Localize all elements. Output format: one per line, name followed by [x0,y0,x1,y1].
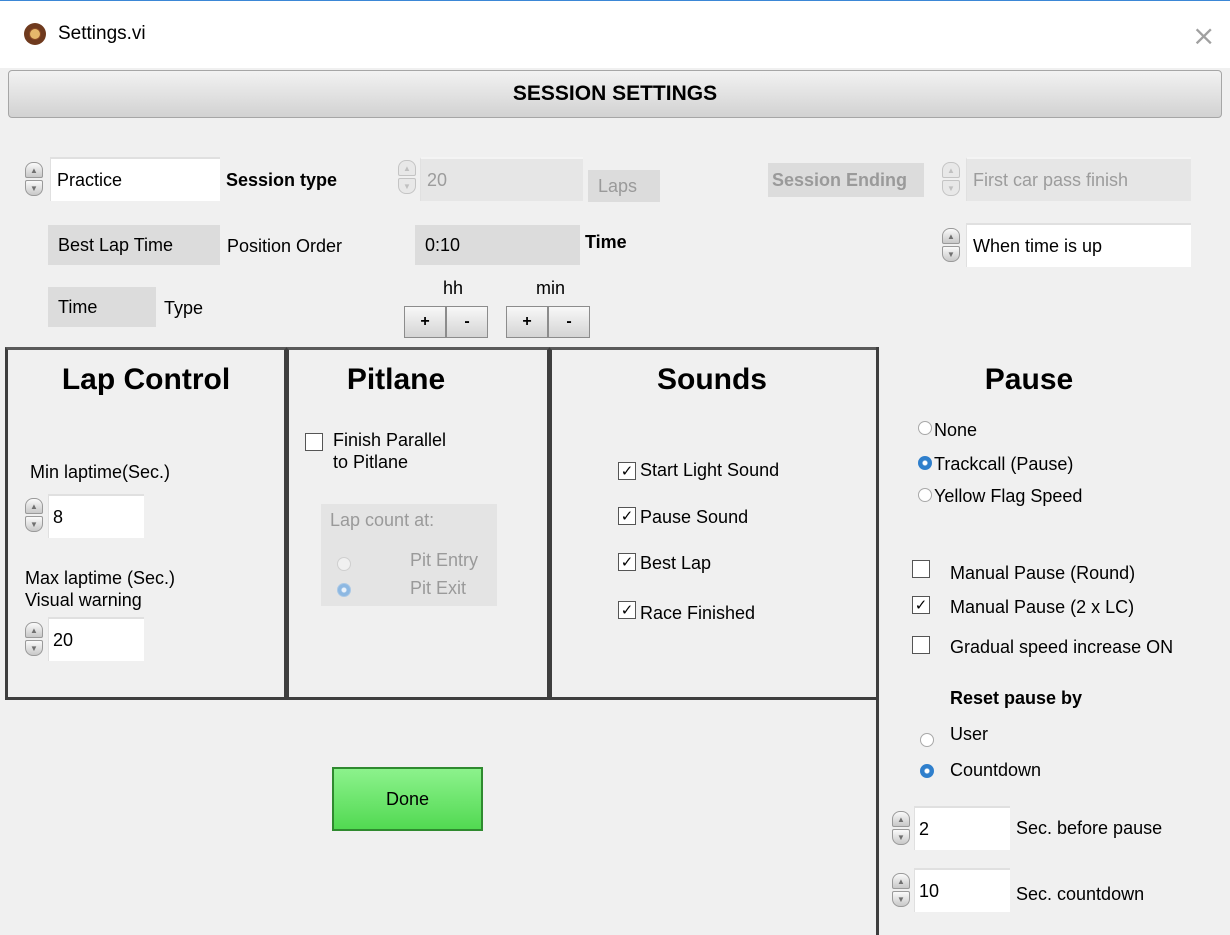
session-ending-label: Session Ending [768,163,924,197]
gradual-speed-label: Gradual speed increase ON [950,637,1174,657]
spin-up-icon[interactable]: ▲ [892,811,910,827]
start-light-sound-label: Start Light Sound [640,460,780,480]
pause-section-divider [876,347,879,935]
pause-yellow-flag-radio[interactable] [918,488,932,502]
type-label: Type [164,298,204,318]
pit-entry-radio[interactable] [337,557,351,571]
reset-user-radio[interactable] [920,733,934,747]
spin-up-icon[interactable]: ▲ [25,162,43,178]
max-laptime-field[interactable]: 20 [48,617,144,661]
session-type-label: Session type [226,170,338,190]
min-label: min [536,278,566,298]
session-type-spinner[interactable]: ▲ ▼ [25,162,45,196]
lap-control-heading: Lap Control [61,363,231,396]
max-laptime-spinner[interactable]: ▲ ▼ [25,622,45,656]
pause-heading: Pause [984,363,1074,396]
pit-exit-radio[interactable] [337,583,351,597]
hh-plus-button[interactable]: + [404,306,446,338]
manual-pause-round-label: Manual Pause (Round) [950,563,1136,583]
pitlane-heading: Pitlane [346,363,446,396]
position-order-label: Position Order [227,236,343,256]
sec-countdown-field[interactable]: 10 [914,868,1010,912]
min-laptime-label: Min laptime(Sec.) [30,462,171,482]
position-order-indicator: Best Lap Time [48,225,220,265]
spin-down-icon[interactable]: ▼ [398,178,416,194]
race-finished-checkbox[interactable]: ✓ [618,601,636,619]
type-indicator: Time [48,287,156,327]
pause-none-label: None [934,420,978,440]
sec-countdown-label: Sec. countdown [1016,884,1145,904]
manual-pause-lc-checkbox[interactable]: ✓ [912,596,930,614]
spin-up-icon[interactable]: ▲ [25,498,43,514]
done-button[interactable]: Done [332,767,483,831]
max-laptime-label: Max laptime (Sec.) [25,568,176,588]
manual-pause-lc-label: Manual Pause (2 x LC) [950,597,1135,617]
reset-countdown-radio[interactable] [920,764,934,778]
pause-trackcall-label: Trackcall (Pause) [934,454,1074,474]
spin-down-icon[interactable]: ▼ [25,516,43,532]
sec-before-pause-spinner[interactable]: ▲ ▼ [892,811,912,845]
session-type-field[interactable]: Practice [50,157,220,201]
window-title: Settings.vi [58,23,146,44]
spin-down-icon[interactable]: ▼ [25,180,43,196]
best-lap-checkbox[interactable]: ✓ [618,553,636,571]
spin-down-icon[interactable]: ▼ [892,829,910,845]
hh-minus-button[interactable]: - [446,306,488,338]
lap-count-label: Lap count at: [330,510,435,530]
close-icon[interactable]: × [1192,19,1215,52]
finish-parallel-checkbox[interactable] [305,433,323,451]
pause-sound-label: Pause Sound [640,507,749,527]
session-ending-spinner[interactable]: ▲ ▼ [942,162,962,196]
time-up-spinner[interactable]: ▲ ▼ [942,228,962,262]
pit-exit-label: Pit Exit [410,578,467,598]
min-laptime-spinner[interactable]: ▲ ▼ [25,498,45,532]
min-plus-button[interactable]: + [506,306,548,338]
spin-down-icon[interactable]: ▼ [942,246,960,262]
laps-spinner[interactable]: ▲ ▼ [398,160,418,194]
session-settings-banner: SESSION SETTINGS [8,70,1222,118]
gradual-speed-checkbox[interactable] [912,636,930,654]
spin-up-icon[interactable]: ▲ [942,162,960,178]
reset-countdown-label: Countdown [950,760,1042,780]
app-icon [24,23,46,45]
title-bar: Settings.vi × [0,0,1230,68]
time-up-field[interactable]: When time is up [966,223,1191,267]
reset-user-label: User [950,724,989,744]
pause-sound-checkbox[interactable]: ✓ [618,507,636,525]
sec-before-pause-label: Sec. before pause [1016,818,1163,838]
race-finished-label: Race Finished [640,603,756,623]
sounds-heading: Sounds [657,363,767,396]
sec-countdown-spinner[interactable]: ▲ ▼ [892,873,912,907]
laps-field[interactable]: 20 [420,157,583,201]
to-pitlane-label: to Pitlane [333,452,409,472]
session-ending-field[interactable]: First car pass finish [966,157,1191,201]
reset-pause-label: Reset pause by [950,688,1083,708]
laps-label: Laps [588,170,660,202]
finish-parallel-label: Finish Parallel [333,430,447,450]
spin-up-icon[interactable]: ▲ [942,228,960,244]
pause-trackcall-radio[interactable] [918,456,932,470]
time-indicator: 0:10 [415,225,580,265]
spin-down-icon[interactable]: ▼ [892,891,910,907]
min-minus-button[interactable]: - [548,306,590,338]
min-laptime-field[interactable]: 8 [48,494,144,538]
spin-up-icon[interactable]: ▲ [892,873,910,889]
pause-none-radio[interactable] [918,421,932,435]
visual-warning-label: Visual warning [25,590,142,610]
pit-entry-label: Pit Entry [410,550,479,570]
start-light-sound-checkbox[interactable]: ✓ [618,462,636,480]
spin-down-icon[interactable]: ▼ [942,180,960,196]
hh-label: hh [443,278,464,298]
manual-pause-round-checkbox[interactable] [912,560,930,578]
spin-down-icon[interactable]: ▼ [25,640,43,656]
spin-up-icon[interactable]: ▲ [398,160,416,176]
sec-before-pause-field[interactable]: 2 [914,806,1010,850]
spin-up-icon[interactable]: ▲ [25,622,43,638]
time-label: Time [585,232,627,252]
pause-yellow-flag-label: Yellow Flag Speed [934,486,1083,506]
best-lap-label: Best Lap [640,553,712,573]
